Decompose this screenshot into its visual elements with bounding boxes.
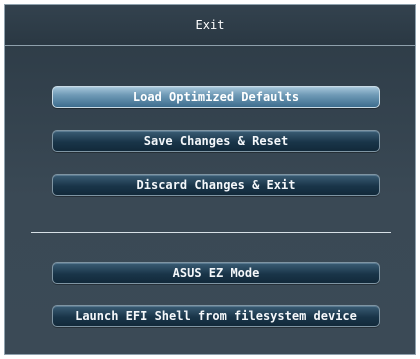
discard-changes-exit-button[interactable]: Discard Changes & Exit [52, 174, 380, 196]
load-optimized-defaults-button[interactable]: Load Optimized Defaults [52, 86, 380, 108]
asus-ez-mode-button[interactable]: ASUS EZ Mode [52, 262, 380, 284]
title-bar: Exit [5, 5, 415, 46]
launch-efi-shell-button[interactable]: Launch EFI Shell from filesystem device [52, 305, 380, 327]
dialog-title: Exit [195, 18, 225, 32]
save-changes-reset-button[interactable]: Save Changes & Reset [52, 130, 380, 152]
separator-line [31, 232, 391, 233]
exit-dialog: Exit Load Optimized Defaults Save Change… [4, 4, 416, 355]
